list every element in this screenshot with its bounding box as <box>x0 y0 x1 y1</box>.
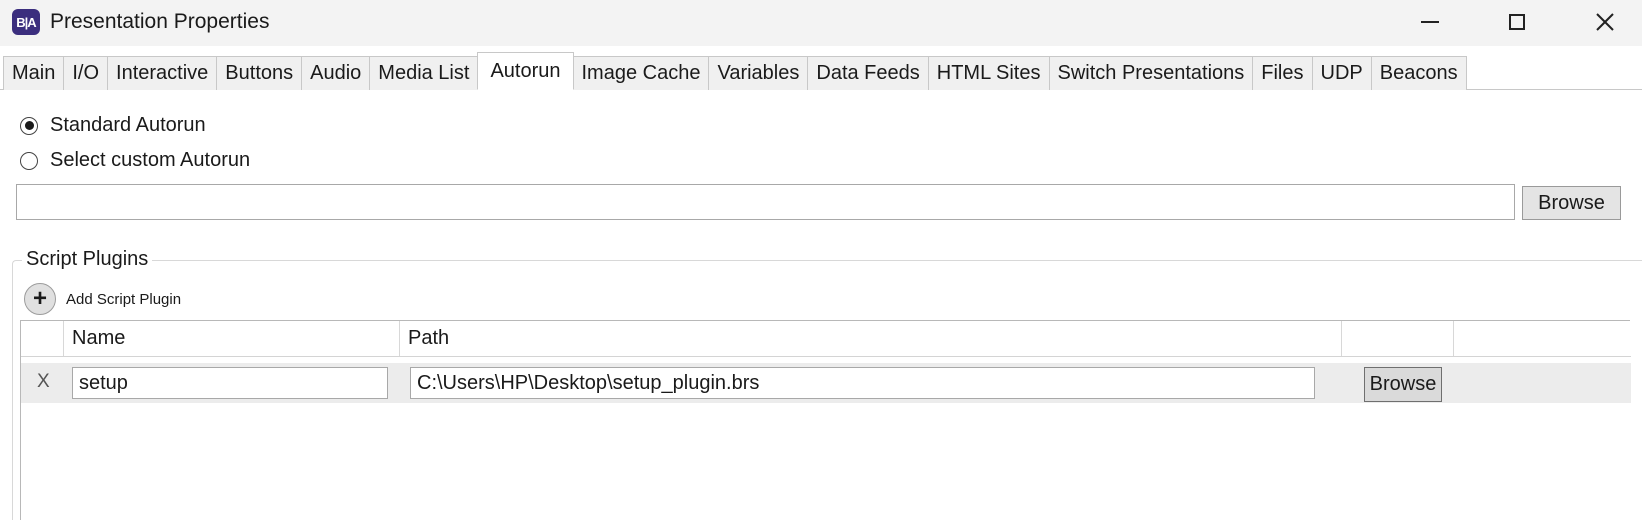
minimize-icon <box>1421 21 1439 23</box>
plugin-browse-button[interactable]: Browse <box>1364 367 1442 402</box>
grid-header: Name Path <box>21 321 1631 357</box>
header-name[interactable]: Name <box>64 321 400 356</box>
custom-autorun-path-input[interactable] <box>16 184 1515 220</box>
tab-autorun[interactable]: Autorun <box>477 52 574 90</box>
header-delete-column <box>21 321 64 356</box>
tab-variables[interactable]: Variables <box>708 56 809 90</box>
tab-strip: Main I/O Interactive Buttons Audio Media… <box>0 50 1642 90</box>
tab-io[interactable]: I/O <box>63 56 109 90</box>
script-plugins-title: Script Plugins <box>22 248 153 271</box>
plugin-path-input[interactable] <box>410 367 1315 399</box>
close-icon <box>1596 13 1614 31</box>
tab-buttons[interactable]: Buttons <box>216 56 303 90</box>
tab-image-cache[interactable]: Image Cache <box>572 56 710 90</box>
custom-autorun-radio[interactable] <box>20 151 38 170</box>
tab-media-list[interactable]: Media List <box>369 56 479 90</box>
minimize-button[interactable] <box>1400 0 1460 44</box>
maximize-icon <box>1509 14 1525 30</box>
standard-autorun-label: Standard Autorun <box>50 114 206 136</box>
title-bar: B|A Presentation Properties <box>0 0 1642 46</box>
tab-html-sites[interactable]: HTML Sites <box>927 56 1050 90</box>
close-button[interactable] <box>1575 0 1635 44</box>
standard-autorun-option[interactable]: Standard Autorun <box>20 114 206 137</box>
standard-autorun-radio[interactable] <box>20 116 38 135</box>
add-script-plugin-label: Add Script Plugin <box>66 290 182 308</box>
tab-data-feeds[interactable]: Data Feeds <box>807 56 929 90</box>
add-script-plugin-button[interactable]: + Add Script Plugin <box>24 283 181 315</box>
tab-interactive[interactable]: Interactive <box>107 56 218 90</box>
header-browse-column <box>1342 321 1454 356</box>
tab-beacons[interactable]: Beacons <box>1370 56 1467 90</box>
tabs: Main I/O Interactive Buttons Audio Media… <box>3 52 1467 90</box>
custom-autorun-label: Select custom Autorun <box>50 149 251 171</box>
tab-audio[interactable]: Audio <box>301 56 371 90</box>
plugin-name-input[interactable] <box>72 367 388 399</box>
tab-udp[interactable]: UDP <box>1311 56 1372 90</box>
header-filler-column <box>1454 321 1631 356</box>
table-row: X Browse <box>21 363 1631 403</box>
delete-row-button[interactable]: X <box>37 371 50 393</box>
script-plugins-grid: Name Path X Browse <box>20 320 1631 520</box>
custom-autorun-option[interactable]: Select custom Autorun <box>20 149 250 172</box>
maximize-button[interactable] <box>1487 0 1547 44</box>
plus-icon[interactable]: + <box>24 283 56 315</box>
tab-main[interactable]: Main <box>3 56 65 90</box>
app-logo-icon: B|A <box>12 9 40 35</box>
presentation-properties-window: B|A Presentation Properties Main I/O Int… <box>0 0 1642 520</box>
header-path[interactable]: Path <box>400 321 1342 356</box>
autorun-browse-button[interactable]: Browse <box>1522 186 1621 220</box>
tab-switch-presentations[interactable]: Switch Presentations <box>1048 56 1254 90</box>
tab-files[interactable]: Files <box>1252 56 1313 90</box>
window-title: Presentation Properties <box>50 10 270 33</box>
